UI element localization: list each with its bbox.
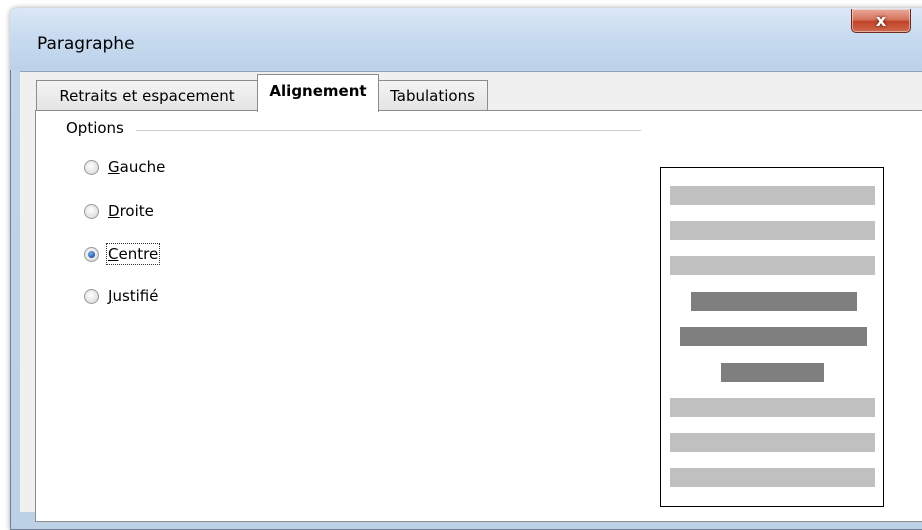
preview-context-line [670,468,875,487]
tab-retraits-et-espacement[interactable]: Retraits et espacement [36,80,258,111]
tab-label: Tabulations [390,87,475,105]
radio-droite[interactable]: Droite [84,200,154,222]
preview-context-line [670,221,875,240]
title-bar[interactable]: Paragraphe [10,8,922,70]
tab-tabulations[interactable]: Tabulations [377,80,488,111]
tab-label: Retraits et espacement [59,87,235,105]
radio-button-justifie[interactable] [84,288,99,304]
preview-context-line [670,256,875,275]
preview-current-paragraph-line [691,292,857,311]
radio-label-gauche: Gauche [108,158,166,176]
preview-context-line [670,433,875,452]
tab-alignement[interactable]: Alignement [257,74,379,112]
tab-label: Alignement [269,82,367,100]
radio-label-justifie: Justifié [108,287,159,305]
radio-justifie[interactable]: Justifié [84,285,159,307]
close-button[interactable]: x [851,9,911,33]
window-title: Paragraphe [37,34,135,54]
alignment-preview [660,167,884,507]
preview-current-paragraph-line [680,327,867,346]
radio-gauche[interactable]: Gauche [84,156,165,178]
radio-label-droite: Droite [108,202,154,220]
preview-current-paragraph-line [721,363,824,382]
alignment-tab-page: Options Gauche Droite Centre Justifié [35,110,922,522]
group-divider [136,130,641,131]
options-group-label: Options [66,119,128,137]
preview-context-line [670,398,875,417]
radio-button-droite[interactable] [84,203,99,219]
radio-centre[interactable]: Centre [84,243,161,265]
radio-button-gauche[interactable] [84,159,99,175]
preview-context-line [670,186,875,205]
radio-label-centre: Centre [105,243,161,265]
radio-button-centre[interactable] [84,246,99,262]
dialog-client-area: Retraits et espacement Alignement Tabula… [20,71,922,522]
close-icon: x [875,11,887,30]
